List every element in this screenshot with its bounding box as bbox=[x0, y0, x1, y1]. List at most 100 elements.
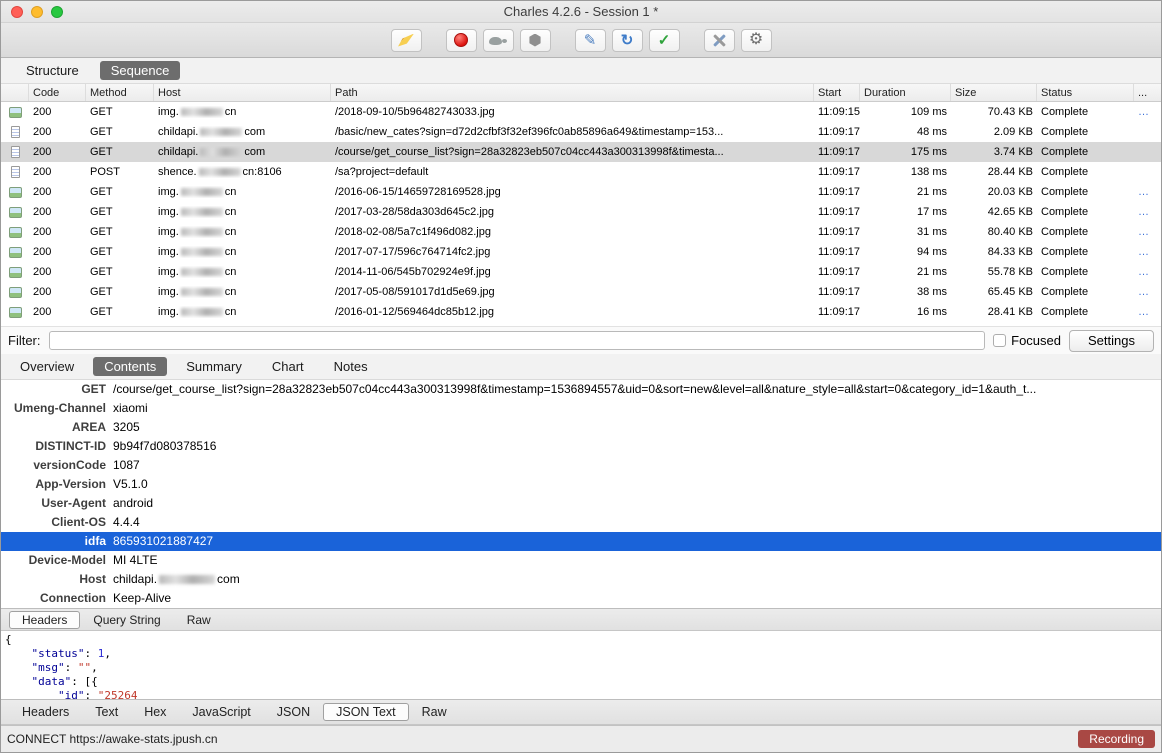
header-row[interactable]: App-Version V5.1.0 bbox=[1, 475, 1161, 494]
row-icon-cell bbox=[1, 106, 29, 118]
record-button[interactable] bbox=[445, 28, 477, 52]
header-row[interactable]: AREA 3205 bbox=[1, 418, 1161, 437]
settings-button[interactable]: ⚙ bbox=[740, 28, 772, 52]
response-tab-json[interactable]: JSON bbox=[264, 703, 323, 721]
path-cell: /2017-03-28/58da303d645c2.jpg bbox=[335, 206, 495, 218]
header-row[interactable]: versionCode 1087 bbox=[1, 456, 1161, 475]
header-row[interactable]: idfa 865931021887427 bbox=[1, 532, 1161, 551]
header-value: android bbox=[113, 494, 1161, 513]
filter-input[interactable] bbox=[48, 331, 986, 350]
row-icon-cell bbox=[1, 146, 29, 158]
column-header[interactable]: ... bbox=[1134, 84, 1162, 101]
column-header[interactable] bbox=[1, 84, 29, 101]
duration-cell: 94 ms bbox=[917, 246, 947, 258]
header-name: App-Version bbox=[35, 477, 106, 491]
json-line: "id": "25264 bbox=[57, 689, 138, 699]
repeat-button[interactable]: ↻ bbox=[611, 28, 643, 52]
status-cell: Complete bbox=[1041, 306, 1089, 318]
request-row[interactable]: 200 GET childapi. com /course/get_course_… bbox=[1, 142, 1161, 162]
tab-sequence[interactable]: Sequence bbox=[99, 61, 181, 80]
tab-chart[interactable]: Chart bbox=[261, 357, 315, 376]
host-prefix: img. bbox=[158, 226, 179, 238]
clear-session-button[interactable] bbox=[390, 28, 422, 52]
request-tab-headers[interactable]: Headers bbox=[9, 610, 81, 629]
tortoise-icon bbox=[488, 34, 508, 47]
column-header[interactable]: Method bbox=[86, 84, 154, 101]
header-row[interactable]: GET /course/get_course_list?sign=28a3282… bbox=[1, 380, 1161, 399]
response-tab-javascript[interactable]: JavaScript bbox=[179, 703, 263, 721]
request-row[interactable]: 200 GET img. cn /2016-01-12/569464dc85b12… bbox=[1, 302, 1161, 322]
header-row[interactable]: Device-Model MI 4LTE bbox=[1, 551, 1161, 570]
row-icon-cell bbox=[1, 186, 29, 198]
document-icon bbox=[10, 166, 20, 178]
request-row[interactable]: 200 GET img. cn /2014-11-06/545b702924e9f… bbox=[1, 262, 1161, 282]
request-row[interactable]: 200 GET img. cn /2017-03-28/58da303d645c2… bbox=[1, 202, 1161, 222]
header-row[interactable]: User-Agent android bbox=[1, 494, 1161, 513]
response-tab-raw[interactable]: Raw bbox=[409, 703, 460, 721]
method-cell: GET bbox=[90, 206, 113, 218]
host-prefix: childapi. bbox=[158, 126, 199, 138]
response-tab-headers[interactable]: Headers bbox=[9, 703, 82, 721]
minimize-button[interactable] bbox=[31, 6, 43, 18]
tab-structure[interactable]: Structure bbox=[15, 61, 90, 80]
row-icon-cell bbox=[1, 226, 29, 238]
column-header[interactable]: Size bbox=[951, 84, 1037, 101]
request-row[interactable]: 200 GET img. cn /2017-07-17/596c764714fc2… bbox=[1, 242, 1161, 262]
request-row[interactable]: 200 GET img. cn /2018-02-08/5a7c1f496d082… bbox=[1, 222, 1161, 242]
column-header[interactable]: Status bbox=[1037, 84, 1134, 101]
code-cell: 200 bbox=[33, 266, 52, 278]
settings-filter-button[interactable]: Settings bbox=[1069, 329, 1154, 352]
redacted-text bbox=[159, 575, 216, 585]
tab-contents[interactable]: Contents bbox=[93, 357, 168, 376]
method-cell: POST bbox=[90, 166, 120, 178]
redacted-text bbox=[180, 188, 223, 197]
code-cell: 200 bbox=[33, 286, 52, 298]
column-header[interactable]: Host bbox=[154, 84, 331, 101]
tab-summary[interactable]: Summary bbox=[175, 357, 253, 376]
validate-button[interactable]: ✓ bbox=[648, 28, 680, 52]
header-row[interactable]: Client-OS 4.4.4 bbox=[1, 513, 1161, 532]
close-button[interactable] bbox=[11, 6, 23, 18]
column-header[interactable]: Path bbox=[331, 84, 814, 101]
header-row[interactable]: Connection Keep-Alive bbox=[1, 589, 1161, 608]
tab-overview[interactable]: Overview bbox=[9, 357, 85, 376]
compose-button[interactable]: ✎ bbox=[574, 28, 606, 52]
column-header[interactable]: Code bbox=[29, 84, 86, 101]
request-row[interactable]: 200 GET childapi. com /basic/new_cates?si… bbox=[1, 122, 1161, 142]
focused-checkbox[interactable] bbox=[993, 334, 1007, 347]
response-tab-hex[interactable]: Hex bbox=[131, 703, 179, 721]
host-suffix: cn bbox=[224, 226, 237, 238]
column-header[interactable]: Start bbox=[814, 84, 860, 101]
header-value-text: 3205 bbox=[113, 420, 140, 434]
request-row[interactable]: 200 GET img. cn /2017-05-08/591017d1d5e69… bbox=[1, 282, 1161, 302]
header-row[interactable]: Umeng-Channel xiaomi bbox=[1, 399, 1161, 418]
response-tab-json-text[interactable]: JSON Text bbox=[323, 703, 409, 721]
request-row[interactable]: 200 POST shence. cn:8106 /sa?project=defa… bbox=[1, 162, 1161, 182]
method-cell: GET bbox=[90, 306, 113, 318]
zoom-button[interactable] bbox=[51, 6, 63, 18]
header-name: idfa bbox=[84, 534, 106, 548]
request-row[interactable]: 200 GET img. cn /2016-06-15/1465972816952… bbox=[1, 182, 1161, 202]
breakpoints-button[interactable] bbox=[519, 28, 551, 52]
status-bar: CONNECT https://awake-stats.jpush.cn Rec… bbox=[1, 725, 1161, 752]
image-icon bbox=[8, 286, 22, 298]
path-cell: /2018-02-08/5a7c1f496d082.jpg bbox=[335, 226, 491, 238]
tools-button[interactable] bbox=[703, 28, 735, 52]
header-name: GET bbox=[81, 382, 106, 396]
header-row[interactable]: DISTINCT-ID 9b94f7d080378516 bbox=[1, 437, 1161, 456]
tools-icon bbox=[711, 33, 727, 48]
request-tab-query-string[interactable]: Query String bbox=[80, 611, 173, 629]
traffic-lights bbox=[11, 6, 63, 18]
image-icon bbox=[8, 266, 22, 278]
request-tab-raw[interactable]: Raw bbox=[174, 611, 224, 629]
response-tab-text[interactable]: Text bbox=[82, 703, 131, 721]
request-row[interactable]: 200 GET img. cn /2018-09-10/5b96482743033… bbox=[1, 102, 1161, 122]
tab-notes[interactable]: Notes bbox=[323, 357, 379, 376]
header-row[interactable]: Host childapi. com bbox=[1, 570, 1161, 589]
throttle-button[interactable] bbox=[482, 28, 514, 52]
host-cell: childapi. com bbox=[154, 126, 331, 138]
header-value: xiaomi bbox=[113, 399, 1161, 418]
header-value-text: Keep-Alive bbox=[113, 591, 172, 605]
column-header[interactable]: Duration bbox=[860, 84, 951, 101]
size-cell: 20.03 KB bbox=[987, 186, 1033, 198]
